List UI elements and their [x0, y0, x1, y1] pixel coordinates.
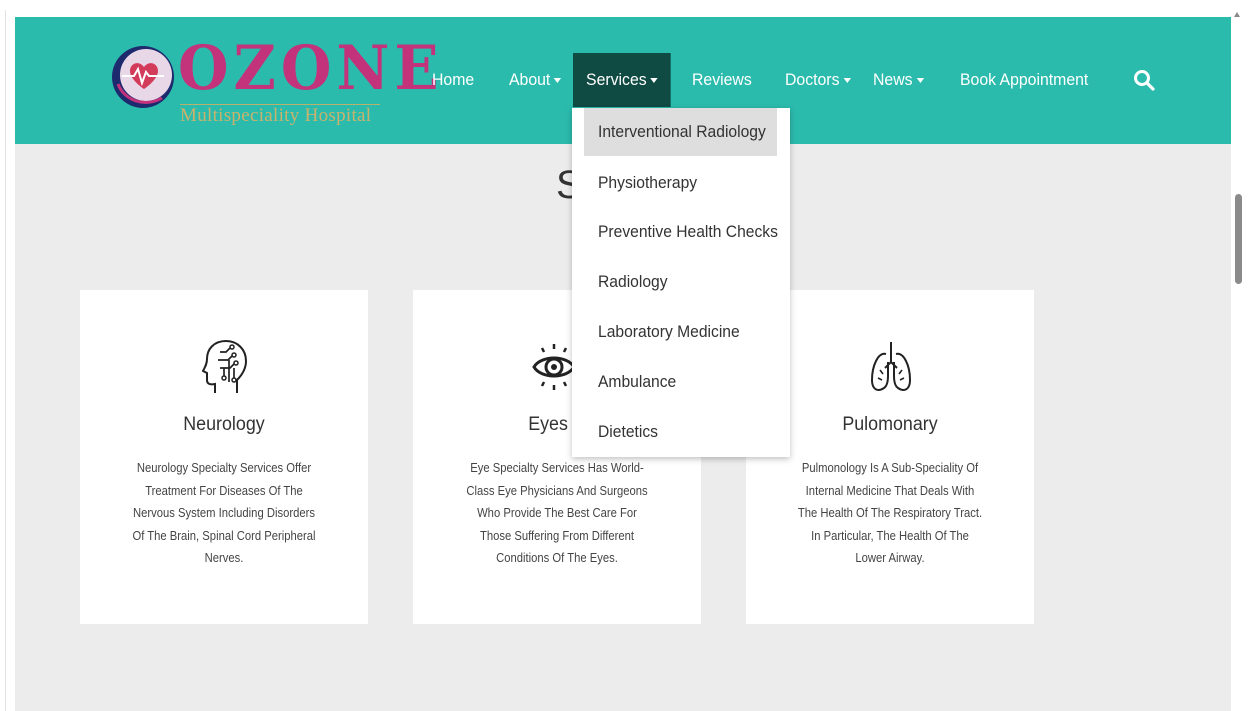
- dropdown-item-label: Laboratory Medicine: [598, 322, 740, 341]
- nav-home[interactable]: Home: [432, 53, 474, 107]
- nav-reviews[interactable]: Reviews: [692, 53, 752, 107]
- dropdown-item-label: Radiology: [598, 272, 668, 291]
- nav-doctors-label: Doctors: [785, 70, 840, 89]
- caret-down-icon: [916, 77, 924, 83]
- services-dropdown-menu: Interventional Radiology Physiotherapy P…: [572, 108, 790, 457]
- eye-icon: [532, 344, 576, 390]
- dropdown-item-label: Preventive Health Checks: [598, 222, 778, 241]
- dropdown-item-dietetics[interactable]: Dietetics: [572, 408, 790, 456]
- nav-services-label: Services: [586, 70, 647, 89]
- card-title: Pulomonary: [842, 414, 938, 435]
- nav-about[interactable]: About: [509, 53, 562, 107]
- window-edge: [5, 10, 6, 711]
- lungs-icon: [870, 342, 912, 391]
- caret-down-icon: [650, 77, 658, 83]
- card-title: Neurology: [183, 414, 265, 435]
- scroll-up-arrow-icon[interactable]: [1234, 12, 1240, 17]
- dropdown-item-label: Dietetics: [598, 422, 658, 441]
- nav-home-label: Home: [432, 70, 475, 89]
- dropdown-item-preventive-health-checks[interactable]: Preventive Health Checks: [572, 208, 790, 256]
- dropdown-item-interventional-radiology[interactable]: Interventional Radiology: [584, 108, 777, 156]
- nav-news-label: News: [873, 70, 913, 89]
- dropdown-item-ambulance[interactable]: Ambulance: [572, 358, 790, 406]
- card-description: Eye Specialty Services Has World-Class E…: [466, 461, 648, 565]
- dropdown-item-label: Physiotherapy: [598, 173, 698, 192]
- vertical-scrollbar[interactable]: [1232, 0, 1248, 711]
- nav-doctors[interactable]: Doctors: [785, 53, 851, 107]
- nav-book-appointment-label: Book Appointment: [960, 70, 1089, 89]
- logo-subtitle: Multispeciality Hospital: [180, 105, 372, 126]
- brain-icon: [202, 340, 248, 393]
- dropdown-item-label: Interventional Radiology: [598, 122, 766, 141]
- nav-reviews-label: Reviews: [692, 70, 752, 89]
- nav-about-label: About: [509, 70, 551, 89]
- heartbeat-logo-icon: [112, 46, 174, 108]
- scrollbar-thumb[interactable]: [1235, 194, 1242, 284]
- page-viewport: OZONE Multispeciality Hospital Home Abou…: [15, 17, 1231, 711]
- hospital-logo[interactable]: OZONE Multispeciality Hospital: [110, 33, 439, 129]
- caret-down-icon: [843, 77, 851, 83]
- logo-wordmark: OZONE: [178, 32, 444, 104]
- nav-news[interactable]: News: [873, 53, 924, 107]
- nav-book-appointment[interactable]: Book Appointment: [960, 53, 1088, 107]
- card-description: Pulmonology Is A Sub-Speciality Of Inter…: [797, 461, 983, 565]
- dropdown-item-label: Ambulance: [598, 372, 677, 391]
- dropdown-item-laboratory-medicine[interactable]: Laboratory Medicine: [572, 308, 790, 356]
- service-card-neurology[interactable]: Neurology Neurology Specialty Services O…: [80, 290, 368, 624]
- card-description: Neurology Specialty Services Offer Treat…: [132, 461, 316, 565]
- caret-down-icon: [554, 77, 562, 83]
- dropdown-item-physiotherapy[interactable]: Physiotherapy: [572, 159, 790, 207]
- dropdown-item-radiology[interactable]: Radiology: [572, 258, 790, 306]
- search-icon[interactable]: [1133, 69, 1155, 91]
- nav-services[interactable]: Services: [573, 53, 671, 107]
